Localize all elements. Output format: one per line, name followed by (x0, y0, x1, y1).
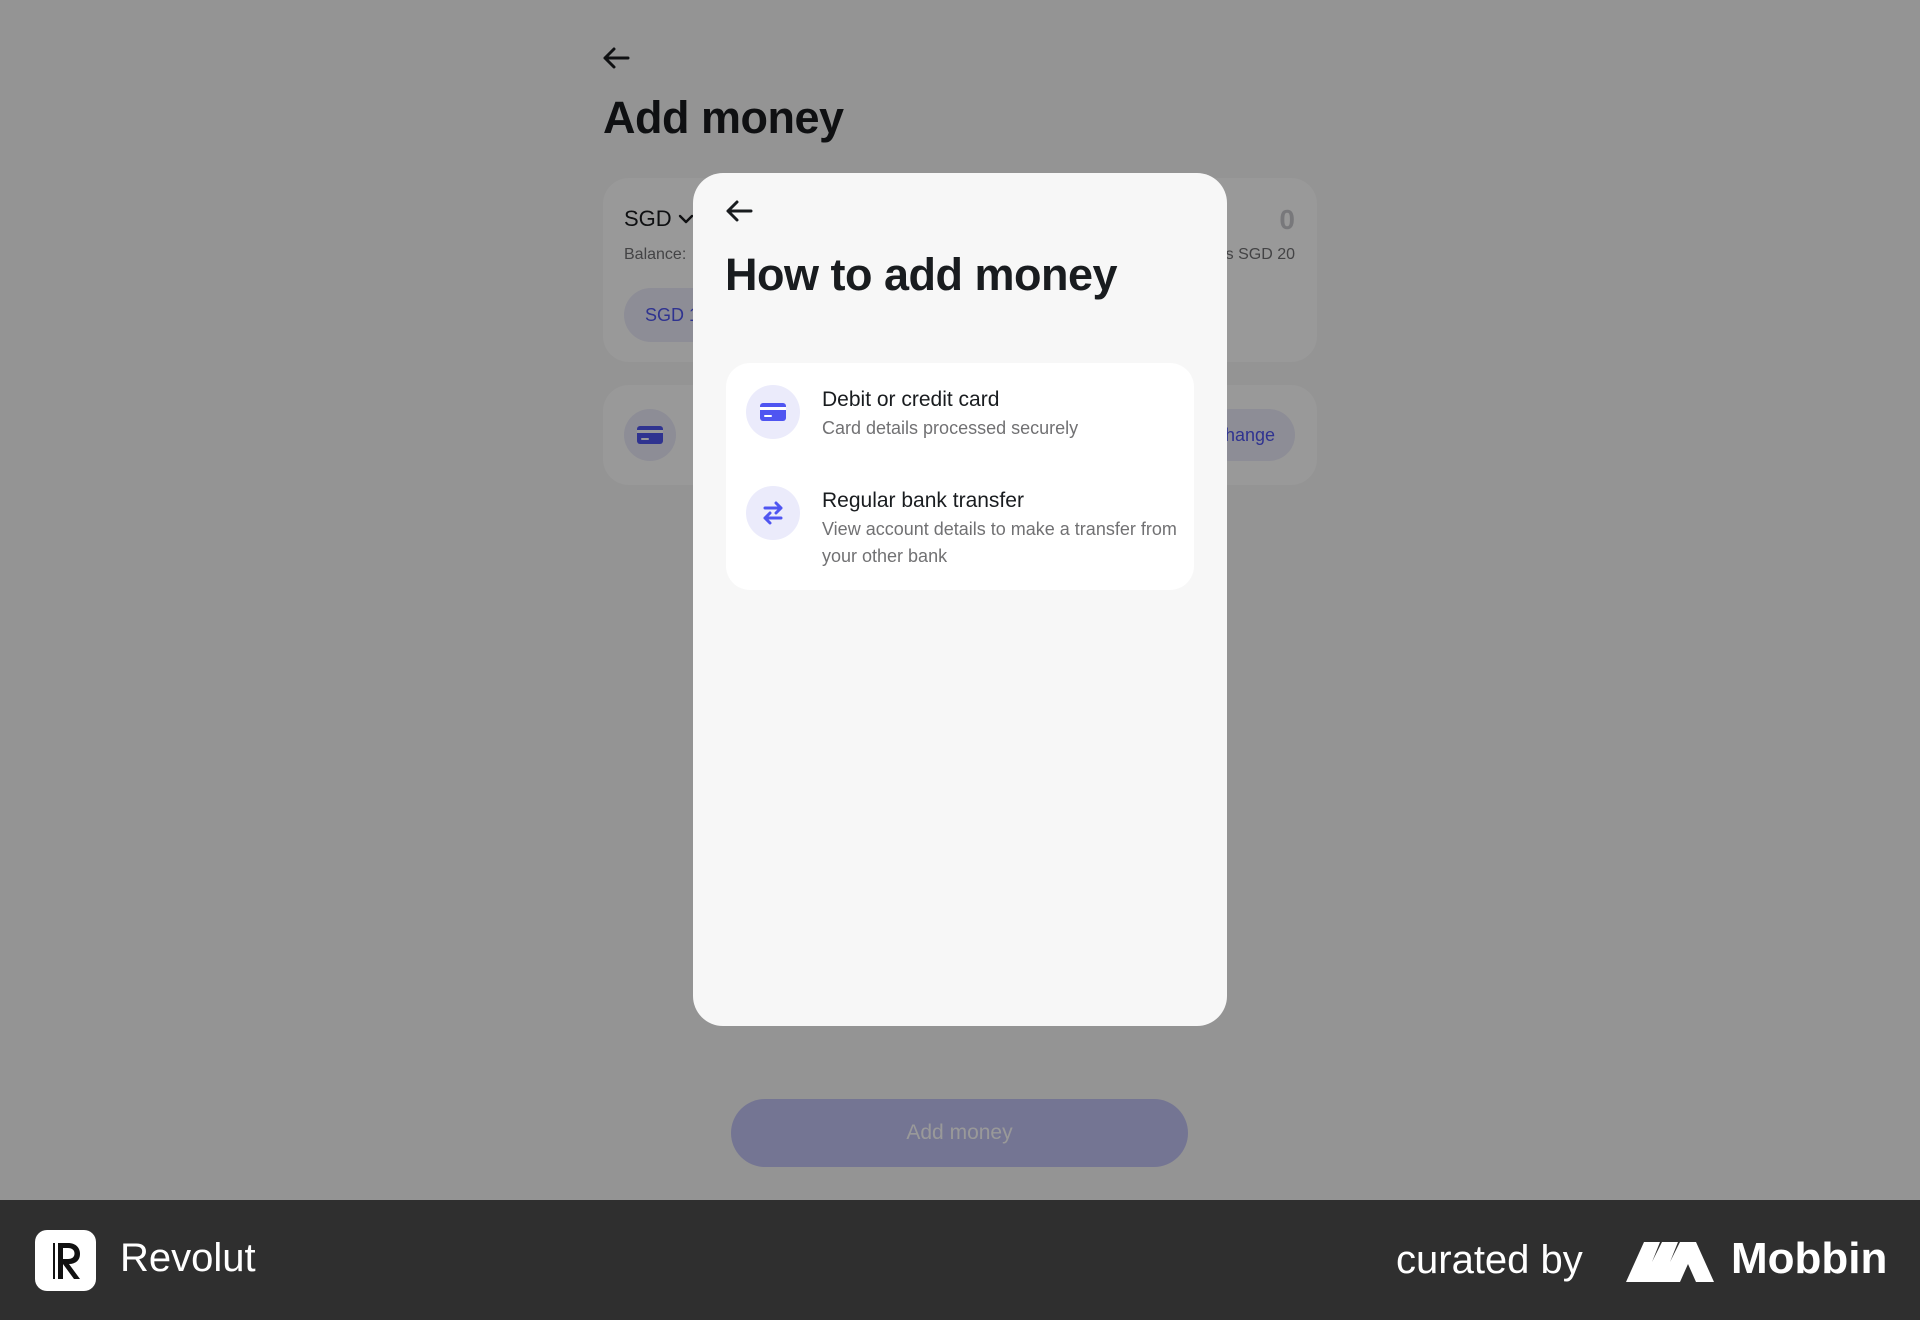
option-subtitle: View account details to make a transfer … (822, 519, 1177, 566)
transfer-arrows-icon (746, 486, 800, 540)
option-title: Debit or credit card (822, 388, 1000, 411)
modal-title: How to add money (725, 249, 1118, 300)
credit-card-icon (746, 385, 800, 439)
curator-name: Mobbin (1731, 1234, 1888, 1283)
how-to-add-money-modal: How to add money Debit or credit card Ca… (693, 173, 1227, 1026)
add-money-options: Debit or credit card Card details proces… (726, 363, 1194, 590)
mobbin-logo-icon (1626, 1242, 1714, 1282)
revolut-logo-icon (35, 1230, 96, 1291)
curated-by-label: curated by (1396, 1238, 1583, 1282)
back-arrow-icon[interactable] (723, 197, 755, 225)
footer-bar: Revolut curated by Mobbin (0, 1200, 1920, 1320)
app-name: Revolut (120, 1236, 256, 1280)
option-subtitle: Card details processed securely (822, 418, 1079, 438)
option-title: Regular bank transfer (822, 489, 1024, 512)
